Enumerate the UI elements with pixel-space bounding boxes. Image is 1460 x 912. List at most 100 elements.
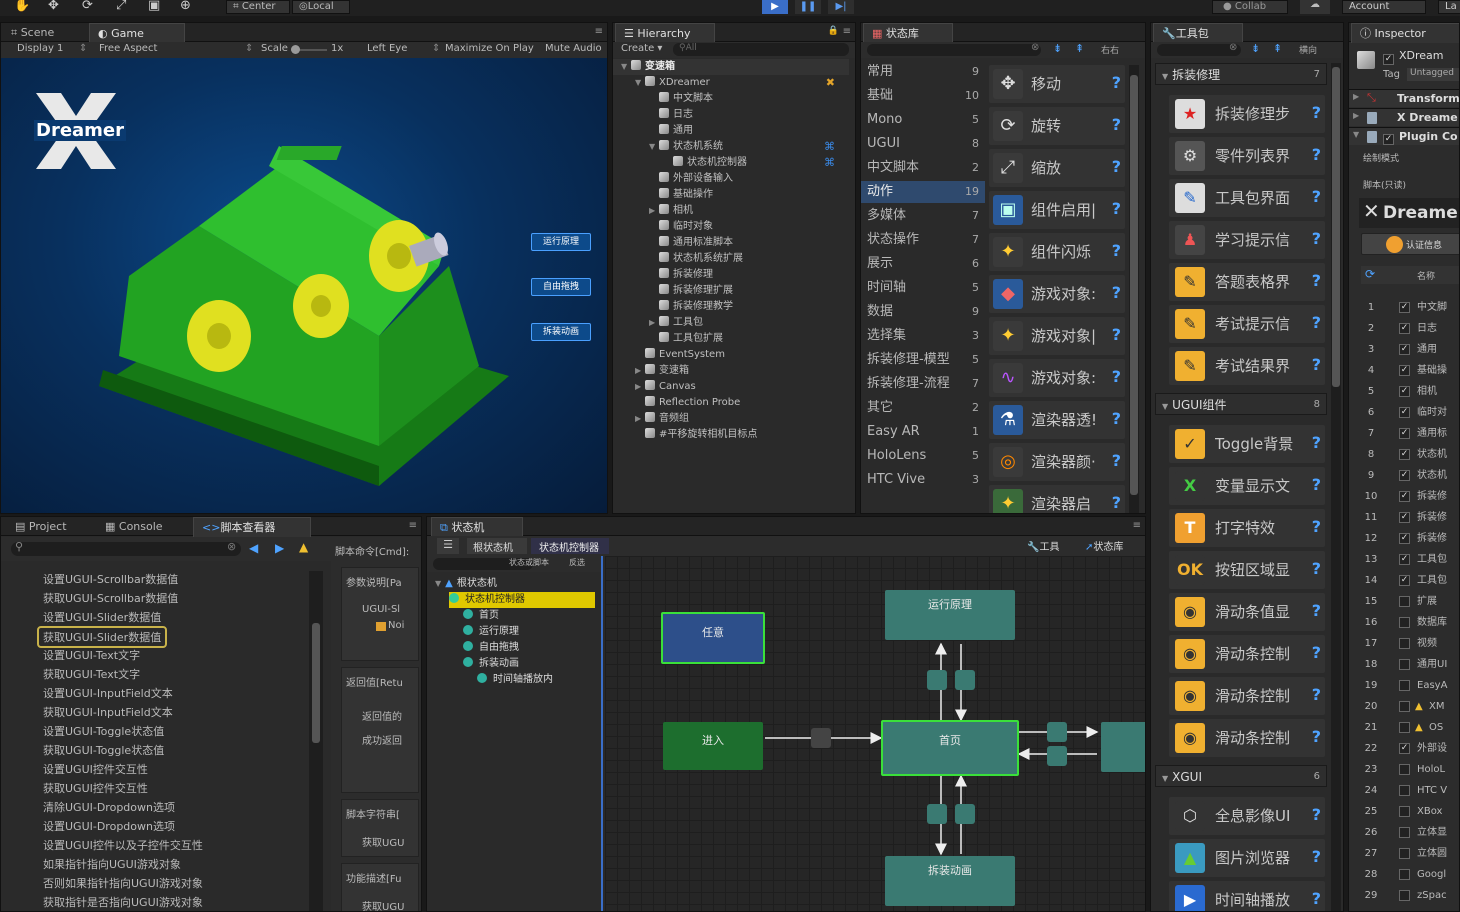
hierarchy-row[interactable]: 状态机控制器 ⌘ [613,155,849,171]
state-tree-item[interactable]: 自由拖拽 [463,640,519,656]
help-icon[interactable]: ? [1312,475,1321,494]
module-enabled-checkbox[interactable]: ✓ [1399,323,1410,334]
state-category-item[interactable]: 动作 19 [861,181,985,203]
state-category-item[interactable]: 多媒体 7 [861,205,985,227]
tab-scene[interactable]: ⌗ Scene [3,23,62,43]
entry-node[interactable]: 进入 [663,722,763,770]
state-category-item[interactable]: HoloLens 5 [861,445,985,467]
module-row[interactable]: 4 ✓ 基础操 [1361,361,1459,381]
rect-tool-icon[interactable]: ▣ [148,0,160,13]
module-row[interactable]: 1 ✓ 中文脚 [1361,298,1459,318]
script-list-item[interactable]: 设置UGUI-Dropdown选项 [41,818,177,836]
hierarchy-row[interactable]: 临时对象 [613,219,849,235]
help-icon[interactable]: ? [1112,115,1121,134]
module-enabled-checkbox[interactable]: ✓ [1399,554,1410,565]
help-icon[interactable]: ? [1112,451,1121,470]
script-list-item[interactable]: 设置UGUI控件以及子控件交互性 [41,837,205,855]
toolkit-item[interactable]: ♟ 学习提示信? [1169,221,1325,259]
breadcrumb-current[interactable]: 状态机控制器 [531,538,609,554]
help-icon[interactable]: ? [1112,157,1121,176]
help-icon[interactable]: ? [1312,847,1321,866]
tab-state-library[interactable]: ▦ 状态库 [863,23,953,43]
hierarchy-row[interactable]: 状态机系统扩展 [613,251,849,267]
rotate-tool-icon[interactable]: ⟳ [82,0,93,13]
state-category-item[interactable]: 拆装修理-流程 7 [861,373,985,395]
game-viewport[interactable]: Dreamer 运行原理 自由拖拽 拆装动画 [1,58,607,513]
state-item[interactable]: ◎ 渲染器颜·? [989,443,1125,481]
hand-tool-icon[interactable]: ✋ [14,0,30,13]
state-item[interactable]: ⤢ 缩放? [989,149,1125,187]
module-enabled-checkbox[interactable]: ✓ [1399,743,1410,754]
state-category-item[interactable]: 时间轴 5 [861,277,985,299]
tab-hierarchy[interactable]: ☰ Hierarchy [615,23,715,43]
module-row[interactable]: 22 ✓ 外部设 [1361,739,1459,759]
clear-search-icon[interactable]: ⊗ [227,540,236,553]
state-category-item[interactable]: 数据 9 [861,301,985,323]
module-enabled-checkbox[interactable]: ✓ [1399,386,1410,397]
layers-button[interactable]: La [1438,0,1460,14]
module-row[interactable]: 18 通用UI [1361,655,1459,675]
module-enabled-checkbox[interactable]: ✓ [1399,533,1410,544]
mute-audio-toggle[interactable]: Mute Audio [545,43,602,54]
module-row[interactable]: 26 立体显 [1361,823,1459,843]
module-enabled-checkbox[interactable] [1399,869,1410,880]
tab-inspector[interactable]: ⓘ Inspector [1351,23,1459,43]
aspect-dropdown[interactable]: Free Aspect [99,43,157,54]
help-icon[interactable]: ? [1312,517,1321,536]
module-row[interactable]: 11 ✓ 拆装修 [1361,508,1459,528]
state-tree-item[interactable]: 拆装动画 [463,656,519,672]
tab-console[interactable]: ▦ Console [97,517,171,537]
help-icon[interactable]: ? [1312,643,1321,662]
any-state-node[interactable]: 任意 [661,612,765,664]
foldout-arrow-icon[interactable]: ▶ [635,411,645,427]
toolkit-item[interactable]: ◉ 滑动条控制? [1169,677,1325,715]
state-library-search-input[interactable] [867,44,1041,56]
script-string-value[interactable]: 获取UGU [362,834,404,849]
transition-box-down-right[interactable] [955,804,975,824]
orientation-toggle[interactable]: 横向 [1299,43,1317,56]
panel-menu-icon[interactable]: ≡ [409,520,417,531]
hierarchy-row[interactable]: ▼ 状态机系统 ⌘ [613,139,849,155]
module-enabled-checkbox[interactable] [1399,701,1410,712]
module-row[interactable]: 27 立体圆 [1361,844,1459,864]
help-icon[interactable]: ? [1112,73,1121,92]
scrollbar-thumb[interactable] [312,623,320,743]
state-tree-item[interactable]: 状态机控制器 [449,592,595,608]
toolkit-item[interactable]: ▲ 图片浏览器? [1169,839,1325,877]
help-icon[interactable]: ? [1312,805,1321,824]
toolkit-item[interactable]: ✎ 考试结果界? [1169,347,1325,385]
module-row[interactable]: 23 HoloL [1361,760,1459,780]
panel-menu-icon[interactable]: ≡ [595,26,603,37]
foldout-arrow-icon[interactable]: ▼ [621,59,631,75]
object-name-field[interactable]: XDream [1399,49,1444,62]
home-state-node[interactable]: 首页 [881,720,1019,776]
component-xdreamer[interactable]: ▶ X Dreame [1349,108,1459,126]
state-tree-item[interactable]: 运行原理 [463,624,519,640]
toolkit-item[interactable]: ⬡ 全息影像UI? [1169,797,1325,835]
help-icon[interactable]: ? [1312,187,1321,206]
module-row[interactable]: 14 ✓ 工具包 [1361,571,1459,591]
play-button[interactable]: ▶ [762,0,788,14]
scrollbar-thumb[interactable] [1332,67,1340,387]
state-category-item[interactable]: UGUI 8 [861,133,985,155]
state-category-item[interactable]: 其它 2 [861,397,985,419]
hierarchy-row[interactable]: ▶ 变速箱 [613,363,849,379]
toolkit-section-header[interactable]: ▼ XGUI 6 [1155,765,1327,787]
state-category-item[interactable]: 选择集 3 [861,325,985,347]
help-icon[interactable]: ? [1312,559,1321,578]
state-category-item[interactable]: 拆装修理-模型 5 [861,349,985,371]
module-enabled-checkbox[interactable]: ✓ [1399,512,1410,523]
help-icon[interactable]: ? [1112,241,1121,260]
scrollbar-thumb[interactable] [1130,75,1138,495]
library-button[interactable]: ➚状态库 [1085,538,1123,553]
state-item[interactable]: ✦ 游戏对象|? [989,317,1125,355]
help-icon[interactable]: ? [1312,145,1321,164]
sort-up-icon[interactable]: ⇞ [1075,42,1084,55]
help-icon[interactable]: ? [1312,229,1321,248]
hierarchy-row[interactable]: 拆装修理 [613,267,849,283]
toolkit-item[interactable]: ⚙ 零件列表界? [1169,137,1325,175]
left-eye-dropdown[interactable]: Left Eye [367,43,407,54]
hierarchy-row[interactable]: Reflection Probe [613,395,849,411]
hierarchy-row[interactable]: ▶ Canvas [613,379,849,395]
state-tree-item[interactable]: ▼ ▲ 根状态机 [435,576,497,592]
